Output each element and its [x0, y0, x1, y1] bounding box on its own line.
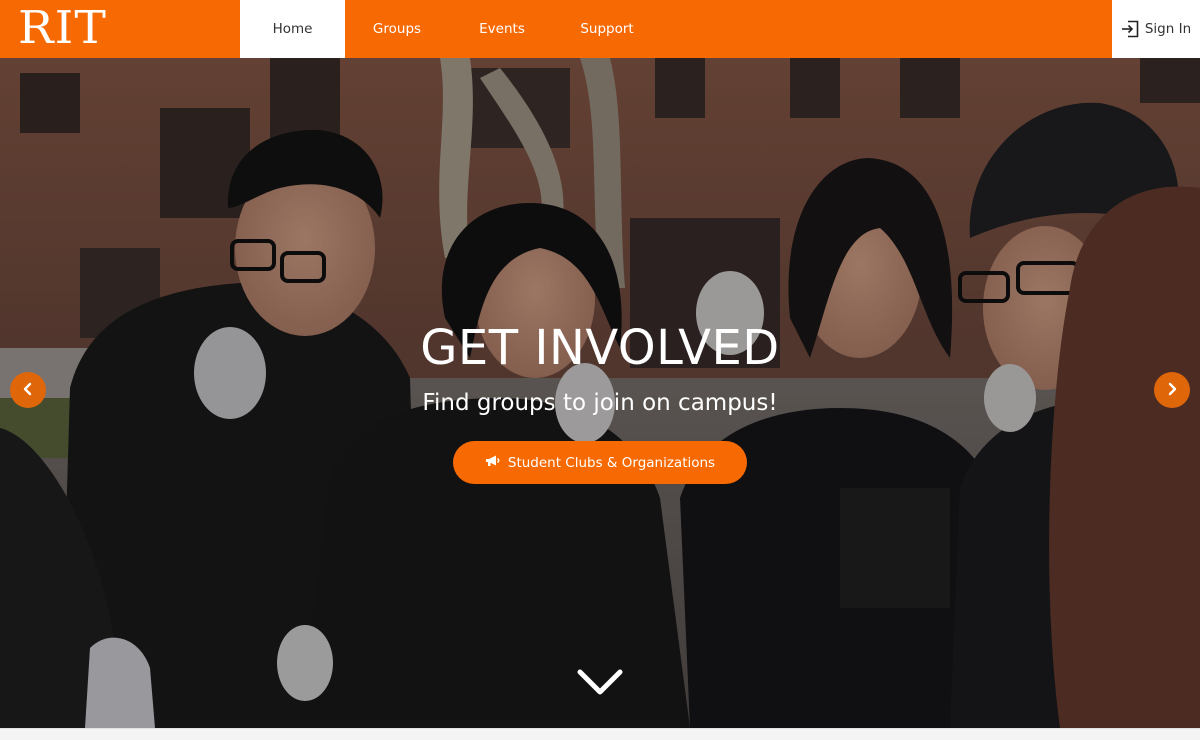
carousel-prev-button[interactable]: [10, 372, 46, 408]
hero-carousel: GET INVOLVED Find groups to join on camp…: [0, 58, 1200, 728]
chevron-left-icon: [21, 381, 35, 400]
hero-title: GET INVOLVED: [420, 320, 780, 376]
nav-item-groups[interactable]: Groups: [345, 0, 449, 58]
scroll-down-button[interactable]: [575, 666, 625, 702]
nav-item-label: Home: [272, 21, 313, 37]
logo-text: RIT: [18, 1, 107, 54]
nav-item-label: Groups: [372, 21, 422, 37]
sign-in-label: Sign In: [1144, 21, 1192, 37]
nav-item-support[interactable]: Support: [555, 0, 659, 58]
nav-item-label: Events: [479, 21, 525, 37]
hero-subtitle: Find groups to join on campus!: [422, 390, 778, 416]
main-nav: Home Groups Events Support: [240, 0, 659, 58]
sign-in-icon: [1121, 20, 1139, 38]
carousel-next-button[interactable]: [1154, 372, 1190, 408]
sign-in-button[interactable]: Sign In: [1112, 0, 1200, 58]
student-clubs-label: Student Clubs & Organizations: [507, 454, 716, 471]
student-clubs-button[interactable]: Student Clubs & Organizations: [453, 441, 747, 484]
page-bottom-strip: [0, 728, 1200, 740]
megaphone-icon: [485, 454, 501, 472]
top-navigation-bar: RIT Home Groups Events Support Sign In: [0, 0, 1200, 58]
chevron-right-icon: [1165, 381, 1179, 400]
nav-item-label: Support: [580, 21, 634, 37]
rit-logo[interactable]: RIT: [0, 0, 240, 58]
chevron-down-icon: [576, 667, 624, 701]
nav-item-home[interactable]: Home: [240, 0, 345, 58]
nav-item-events[interactable]: Events: [449, 0, 555, 58]
